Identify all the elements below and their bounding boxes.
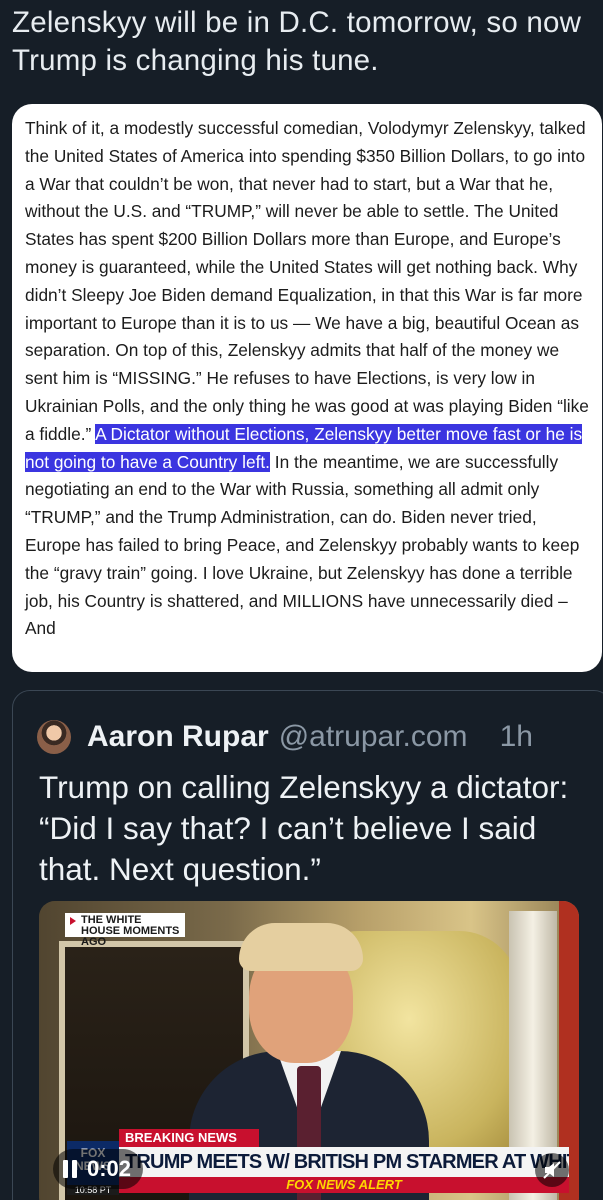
author-handle[interactable]: @atrupar.com — [279, 720, 468, 754]
video-lower-third: THE WHITE HOUSE MOMENTS AGO — [65, 913, 185, 948]
mute-icon — [543, 1161, 561, 1179]
quoted-post[interactable]: Aaron Rupar @atrupar.com 1h Trump on cal… — [12, 690, 603, 1200]
screenshot-text: Think of it, a modestly successful comed… — [25, 115, 592, 643]
mute-button[interactable] — [535, 1153, 569, 1187]
news-headline: TRUMP MEETS W/ BRITISH PM STARMER AT WHI… — [119, 1147, 569, 1177]
quoted-post-text: Trump on calling Zelenskyy a dictator: “… — [39, 769, 569, 887]
breaking-news-banner: BREAKING NEWS — [119, 1129, 259, 1147]
playback-control[interactable]: 0:02 — [53, 1149, 144, 1189]
quoted-post-header: Aaron Rupar @atrupar.com 1h — [37, 717, 603, 757]
screenshot-text-after: In the meantime, we are successfully neg… — [25, 451, 580, 639]
truth-social-screenshot[interactable]: Think of it, a modestly successful comed… — [12, 104, 602, 672]
screenshot-text-before: Think of it, a modestly successful comed… — [25, 118, 589, 444]
video-player[interactable]: THE WHITE HOUSE MOMENTS AGO BREAKING NEW… — [39, 901, 579, 1200]
pause-icon[interactable] — [63, 1160, 77, 1178]
author-name[interactable]: Aaron Rupar — [87, 720, 269, 754]
video-time: 0:02 — [87, 1156, 132, 1181]
post-text: Zelenskyy will be in D.C. tomorrow, so n… — [12, 6, 582, 77]
avatar[interactable] — [37, 720, 71, 754]
post-time[interactable]: 1h — [500, 720, 533, 754]
fox-news-alert: FOX NEWS ALERT — [119, 1177, 569, 1193]
